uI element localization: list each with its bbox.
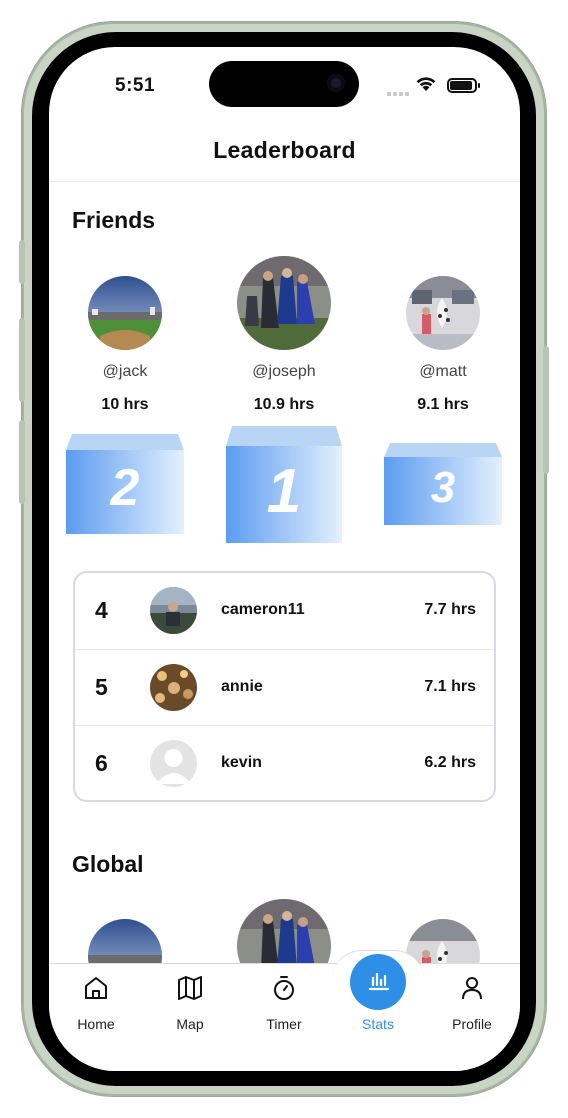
profile-icon — [462, 977, 482, 1000]
wifi-icon — [415, 75, 437, 97]
rank-number: 5 — [95, 674, 108, 700]
friends-rank-list: 4 cameron11 7.7 hrs 5 annie 7.1 hrs 6 ke… — [73, 571, 496, 802]
power-button — [543, 346, 549, 474]
rank-hours: 6.2 hrs — [424, 754, 476, 771]
list-item[interactable]: 6 kevin 6.2 hrs — [75, 725, 494, 801]
podium-hours: 10.9 hrs — [253, 396, 315, 413]
podium-avatar-joseph[interactable] — [237, 256, 331, 350]
avatar[interactable] — [150, 664, 197, 711]
action-button — [19, 240, 25, 284]
list-item[interactable]: 5 annie 7.1 hrs — [75, 649, 494, 725]
volume-down-button — [19, 420, 25, 504]
map-icon — [178, 976, 202, 1000]
podium-handle: @joseph — [252, 363, 316, 380]
podium-rank-1: 1 — [266, 457, 302, 526]
rank-hours: 7.7 hrs — [424, 601, 476, 618]
tab-timer[interactable]: Timer — [237, 964, 331, 1054]
rank-number: 6 — [95, 750, 108, 776]
rank-username: cameron11 — [221, 601, 305, 618]
header-divider — [49, 181, 520, 182]
tab-home[interactable]: Home — [49, 964, 143, 1054]
tab-stats[interactable]: Stats — [331, 964, 425, 1054]
tab-label: Timer — [266, 1016, 302, 1032]
tab-label: Profile — [452, 1016, 492, 1032]
tab-label: Home — [77, 1016, 115, 1032]
podium-rank-2: 2 — [110, 459, 140, 517]
podium-handle: @matt — [419, 363, 467, 380]
podium-avatar-matt[interactable] — [406, 276, 480, 350]
status-time: 5:51 — [115, 75, 156, 96]
tab-bar: Home Map Timer Stats Profile — [49, 950, 520, 1071]
global-section-title: Global — [72, 851, 144, 877]
podium-hours: 10 hrs — [101, 396, 149, 413]
default-avatar-icon[interactable] — [150, 740, 197, 787]
dynamic-island — [209, 61, 359, 107]
rank-username: kevin — [221, 754, 262, 771]
battery-icon — [447, 78, 480, 93]
timer-icon — [274, 976, 294, 1000]
podium-avatar-jack[interactable] — [88, 276, 162, 350]
podium-hours: 9.1 hrs — [417, 396, 469, 413]
podium-block-1: 1 — [226, 426, 342, 543]
tab-label: Map — [176, 1016, 204, 1032]
volume-up-button — [19, 318, 25, 402]
avatar[interactable] — [150, 587, 197, 634]
rank-hours: 7.1 hrs — [424, 678, 476, 695]
list-item[interactable]: 4 cameron11 7.7 hrs — [75, 573, 494, 649]
tab-label: Stats — [362, 1016, 394, 1032]
podium-block-2: 2 — [66, 434, 184, 534]
podium-rank-3: 3 — [430, 463, 456, 512]
podium-handle: @jack — [102, 363, 148, 380]
rank-username: annie — [221, 678, 263, 695]
page-title: Leaderboard — [213, 137, 356, 163]
friends-section-title: Friends — [72, 207, 156, 233]
rank-number: 4 — [95, 597, 108, 623]
podium-block-3: 3 — [384, 443, 502, 525]
tab-profile[interactable]: Profile — [425, 964, 519, 1054]
home-icon — [85, 977, 107, 999]
camera-icon — [327, 74, 345, 92]
stats-icon — [368, 972, 390, 991]
screen: 5:51 Leaderboard Friends @jack @joseph @… — [49, 47, 520, 1071]
tab-map[interactable]: Map — [143, 964, 237, 1054]
signal-icon — [387, 83, 411, 101]
